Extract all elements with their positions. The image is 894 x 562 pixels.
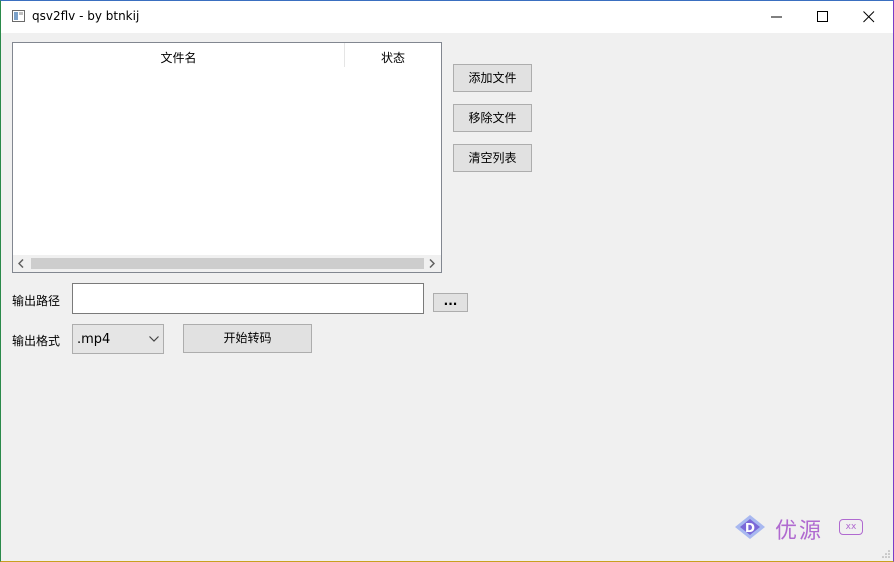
file-list[interactable]: 文件名 状态 [12,42,442,273]
minimize-icon [771,16,782,18]
column-header-filename[interactable]: 文件名 [13,49,344,66]
chevron-down-icon [149,336,159,342]
watermark-text: 优源 [775,519,824,544]
output-path-input[interactable] [72,283,424,314]
scroll-left-button[interactable] [13,255,30,272]
maximize-button[interactable] [800,1,846,33]
watermark-badge: xx [839,519,863,535]
title-bar[interactable]: qsv2flv - by btnkij [1,1,893,33]
minimize-button[interactable] [754,1,800,33]
column-header-status[interactable]: 状态 [345,49,441,66]
watermark-d-icon: D [735,515,765,539]
app-window: qsv2flv - by btnkij 文件名 状态 添加文件 移除文件 清空列 [0,0,894,562]
output-path-label: 输出路径 [12,294,61,308]
output-format-label: 输出格式 [12,334,61,348]
chevron-left-icon [18,259,24,268]
app-icon [12,10,25,22]
scroll-right-button[interactable] [424,255,441,272]
browse-button[interactable]: ... [433,293,468,312]
resize-grip-icon[interactable] [881,549,891,559]
close-icon [863,11,875,23]
scrollbar-thumb[interactable] [31,258,424,269]
watermark-logo: D 优源 xx [731,511,871,545]
output-format-select[interactable]: .mp4 [72,324,164,354]
maximize-icon [817,11,828,22]
clear-list-button[interactable]: 清空列表 [453,144,532,172]
start-transcode-button[interactable]: 开始转码 [183,324,312,353]
format-selected-value: .mp4 [77,332,111,347]
add-file-button[interactable]: 添加文件 [453,64,532,92]
horizontal-scrollbar[interactable] [13,255,441,272]
list-header: 文件名 状态 [13,43,441,69]
remove-file-button[interactable]: 移除文件 [453,104,532,132]
svg-text:D: D [745,521,755,535]
window-title: qsv2flv - by btnkij [32,9,140,23]
chevron-right-icon [429,259,435,268]
close-button[interactable] [846,1,892,33]
